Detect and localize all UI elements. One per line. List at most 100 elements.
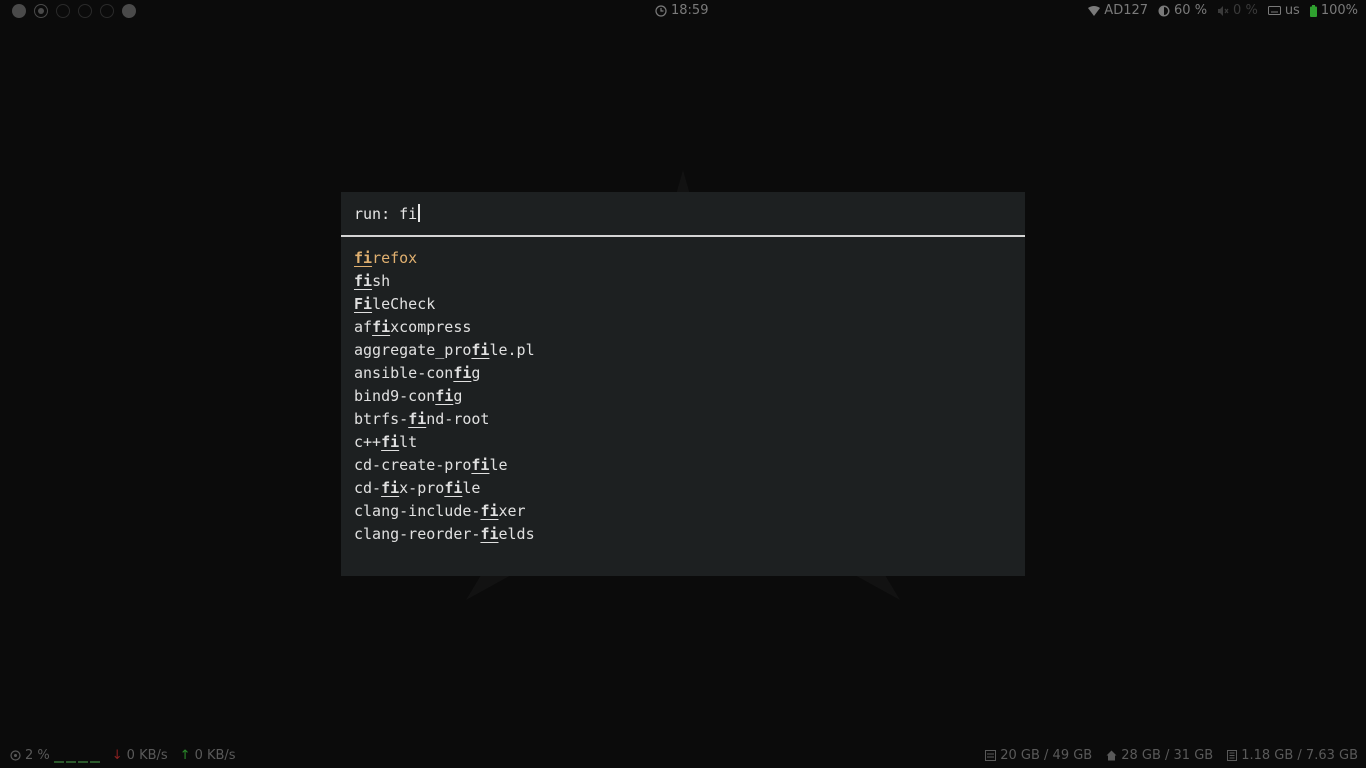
result-match: fi [408,410,427,428]
result-text: le.pl [489,341,535,359]
result-text: clang-reorder- [354,525,481,543]
workspace-2[interactable] [34,4,48,18]
disk-root-value: 20 GB / 49 GB [1000,748,1093,763]
run-launcher: run: fi firefox fish FileCheck affixcompres… [341,192,1025,576]
result-text: aggregate_pro [354,341,472,359]
brightness-value: 60 % [1174,3,1208,18]
result-text: xer [498,502,526,520]
bottom-left-stats: 2 % ↓ 0 KB/s ↑ 0 KB/s [10,748,236,763]
workspace-indicators [12,4,136,18]
workspace-6[interactable] [122,4,136,18]
result-text: le [462,479,481,497]
text-caret [418,204,420,222]
wifi-ssid: AD127 [1104,3,1149,18]
clock-icon [655,4,667,17]
battery-status: 100% [1309,3,1358,18]
result-text: clang-include- [354,502,481,520]
volume-status: 0 % [1217,3,1258,18]
battery-icon [1309,4,1317,17]
result-text: xcompress [390,318,472,336]
memory-value: 1.18 GB / 7.63 GB [1241,748,1358,763]
volume-muted-icon [1218,5,1229,16]
result-text: leCheck [372,295,436,313]
result-match: Fi [354,295,373,313]
workspace-4[interactable] [78,4,92,18]
disk-home-value: 28 GB / 31 GB [1121,748,1214,763]
result-match: fi [480,525,499,543]
cpu-icon [10,750,21,761]
result-text: nd-root [426,410,490,428]
result-text: lt [399,433,418,451]
brightness-icon [1158,5,1170,16]
result-match: fi [471,341,490,359]
launcher-result-item[interactable]: fish [354,270,535,293]
result-match: fi [435,387,454,405]
wifi-status: AD127 [1088,3,1148,18]
battery-value: 100% [1320,3,1358,18]
result-text: cd-create-pro [354,456,472,474]
workspace-5[interactable] [100,4,114,18]
result-match: fi [354,249,373,267]
launcher-prompt-label: run: [354,205,391,223]
result-text: g [453,387,463,405]
memory-status: 1.18 GB / 7.63 GB [1227,748,1358,763]
volume-value: 0 % [1233,3,1258,18]
launcher-result-item[interactable]: affixcompress [354,316,535,339]
result-match: fi [480,502,499,520]
result-match: fi [372,318,391,336]
result-text: c++ [354,433,382,451]
keyboard-layout-label: us [1284,3,1300,18]
net-down-status: ↓ 0 KB/s [112,748,168,763]
launcher-result-item[interactable]: firefox [354,247,535,270]
result-text: x-pro [399,479,445,497]
result-text: elds [498,525,535,543]
result-match: fi [381,433,400,451]
net-up-value: 0 KB/s [194,748,236,763]
clock-time: 18:59 [671,3,709,18]
net-up-status: ↑ 0 KB/s [180,748,236,763]
wifi-icon [1088,5,1101,16]
result-match: fi [381,479,400,497]
result-text: ansible-con [354,364,454,382]
launcher-input[interactable]: fi [399,205,417,223]
keyboard-layout: us [1267,3,1300,18]
launcher-result-item[interactable]: clang-reorder-fields [354,523,535,546]
launcher-result-item[interactable]: btrfs-find-root [354,408,535,431]
launcher-result-item[interactable]: FileCheck [354,293,535,316]
launcher-result-item[interactable]: ansible-config [354,362,535,385]
disk-home-status: 28 GB / 31 GB [1106,748,1213,763]
result-text: cd- [354,479,382,497]
launcher-results: firefox fish FileCheck affixcompress aggrega… [354,247,535,546]
cpu-status: 2 % [10,748,100,763]
keyboard-icon [1267,6,1281,15]
result-match: fi [471,456,490,474]
launcher-result-item[interactable]: bind9-config [354,385,535,408]
workspace-3[interactable] [56,4,70,18]
brightness-status: 60 % [1158,3,1207,18]
memory-icon [1227,750,1238,761]
net-down-value: 0 KB/s [126,748,168,763]
cpu-graph [53,749,100,763]
launcher-result-item[interactable]: cd-create-profile [354,454,535,477]
workspace-1[interactable] [12,4,26,18]
arrow-up-icon: ↑ [179,748,191,763]
launcher-result-item[interactable]: aggregate_profile.pl [354,339,535,362]
clock: 18:59 [655,3,708,18]
disk-icon [985,750,997,761]
result-match: fi [444,479,463,497]
top-bar: 18:59 AD127 60 % 0 % us 100% [0,0,1366,22]
disk-root-status: 20 GB / 49 GB [985,748,1092,763]
result-text: bind9-con [354,387,436,405]
result-match: fi [354,272,373,290]
launcher-result-item[interactable]: c++filt [354,431,535,454]
system-tray: AD127 60 % 0 % us 100% [1088,3,1358,18]
launcher-prompt-row[interactable]: run: fi [341,192,1025,237]
result-text: sh [372,272,391,290]
result-text: refox [372,249,418,267]
launcher-result-item[interactable]: clang-include-fixer [354,500,535,523]
launcher-result-item[interactable]: cd-fix-profile [354,477,535,500]
bottom-right-stats: 20 GB / 49 GB 28 GB / 31 GB 1.18 GB / 7.… [985,748,1358,763]
cpu-value: 2 % [25,748,50,763]
result-text: g [471,364,481,382]
bottom-bar: 2 % ↓ 0 KB/s ↑ 0 KB/s 20 GB / 49 GB 28 G… [0,746,1366,768]
